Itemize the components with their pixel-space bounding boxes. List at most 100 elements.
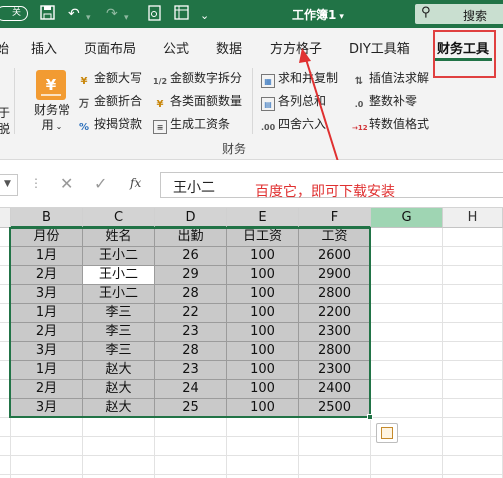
cell-attendance[interactable]: 28: [155, 342, 227, 361]
grid-cell[interactable]: [155, 418, 227, 437]
cell-wage[interactable]: 2300: [299, 361, 371, 380]
corner-partial[interactable]: [0, 208, 11, 228]
column-totals-button[interactable]: ▤ 各列总和: [261, 92, 326, 111]
undo-dropdown-icon[interactable]: ▾: [86, 9, 91, 27]
fill-handle[interactable]: [367, 414, 373, 420]
integer-pad-zero-button[interactable]: .0 整数补零: [352, 92, 417, 110]
cancel-icon[interactable]: ✕: [60, 174, 73, 193]
cell-daily-wage[interactable]: 100: [227, 266, 299, 285]
grid-cell[interactable]: [443, 361, 503, 380]
grid-cell[interactable]: [443, 304, 503, 323]
grid-cell[interactable]: [227, 418, 299, 437]
grid-cell[interactable]: [0, 285, 11, 304]
grid-cell[interactable]: [443, 456, 503, 475]
grid-cell[interactable]: [227, 437, 299, 456]
cell-name[interactable]: 赵大: [83, 380, 155, 399]
grid-cell[interactable]: [0, 437, 11, 456]
cell-daily-wage[interactable]: 100: [227, 361, 299, 380]
enter-icon[interactable]: ✓: [94, 174, 107, 193]
cell-name[interactable]: 王小二: [83, 285, 155, 304]
tab-fangfanggezi[interactable]: 方方格子: [270, 38, 322, 57]
cell-attendance[interactable]: 28: [155, 285, 227, 304]
grid-cell[interactable]: [11, 456, 83, 475]
cell-daily-wage[interactable]: 100: [227, 342, 299, 361]
insert-function-icon[interactable]: fx: [130, 176, 141, 190]
grid-cell[interactable]: [443, 399, 503, 418]
cell-wage[interactable]: 2800: [299, 342, 371, 361]
grid-cell[interactable]: [443, 380, 503, 399]
grid-cell[interactable]: [371, 361, 443, 380]
grid-cell[interactable]: [371, 266, 443, 285]
cell-daily-wage[interactable]: 100: [227, 323, 299, 342]
cell-daily-wage[interactable]: 100: [227, 304, 299, 323]
grid-cell[interactable]: [11, 418, 83, 437]
amount-convert-button[interactable]: 万金额折合: [77, 92, 142, 110]
grid-cell[interactable]: [443, 418, 503, 437]
grid-cell[interactable]: [371, 323, 443, 342]
grid-cell[interactable]: [0, 304, 11, 323]
save-icon[interactable]: [40, 5, 55, 25]
grid-cell[interactable]: [299, 418, 371, 437]
grid-cell[interactable]: [371, 247, 443, 266]
grid-cell[interactable]: [443, 437, 503, 456]
quick-analysis-icon[interactable]: [376, 423, 398, 443]
cell-month[interactable]: 1月: [11, 247, 83, 266]
cell-month[interactable]: 2月: [11, 266, 83, 285]
amount-digit-split-button[interactable]: 1/2 金额数字拆分: [153, 69, 242, 87]
denomination-count-button[interactable]: ¥ 各类面额数量: [153, 92, 243, 110]
grid-cell[interactable]: [155, 456, 227, 475]
amount-uppercase-button[interactable]: ¥ 金额大写: [77, 69, 143, 87]
tab-page-layout[interactable]: 页面布局: [84, 38, 136, 57]
grid-cell[interactable]: [11, 437, 83, 456]
column-header-h[interactable]: H: [443, 208, 503, 228]
header-cell-name[interactable]: 姓名: [83, 228, 155, 247]
header-cell-daily-wage[interactable]: 日工资: [227, 228, 299, 247]
mortgage-loan-button[interactable]: % 按揭贷款: [77, 115, 142, 133]
column-header-g[interactable]: G: [371, 208, 443, 228]
redo-icon[interactable]: ↷: [106, 5, 118, 23]
column-header-f[interactable]: F: [299, 208, 371, 228]
more-icon[interactable]: ⌄: [200, 7, 209, 25]
grid-cell[interactable]: [83, 437, 155, 456]
cell-wage[interactable]: 2600: [299, 247, 371, 266]
cell-wage[interactable]: 2900: [299, 266, 371, 285]
autosave-toggle[interactable]: 关: [0, 6, 28, 21]
grid-cell[interactable]: [0, 380, 11, 399]
grid-cell[interactable]: [299, 456, 371, 475]
search-box[interactable]: ⚲ 搜索: [415, 4, 503, 24]
cell-month[interactable]: 2月: [11, 380, 83, 399]
cell-month[interactable]: 1月: [11, 304, 83, 323]
grid-cell[interactable]: [0, 456, 11, 475]
cell-wage[interactable]: 2300: [299, 323, 371, 342]
header-cell-month[interactable]: 月份: [11, 228, 83, 247]
cell-attendance[interactable]: 25: [155, 399, 227, 418]
cell-wage[interactable]: 2800: [299, 285, 371, 304]
cell-wage[interactable]: 2500: [299, 399, 371, 418]
cell-attendance[interactable]: 24: [155, 380, 227, 399]
grid-cell[interactable]: [371, 228, 443, 247]
cell-month[interactable]: 1月: [11, 361, 83, 380]
cell-name[interactable]: 李三: [83, 304, 155, 323]
column-header-c[interactable]: C: [83, 208, 155, 228]
grid-cell[interactable]: [0, 247, 11, 266]
grid-cell[interactable]: [371, 342, 443, 361]
cell-name[interactable]: 赵大: [83, 399, 155, 418]
grid-cell[interactable]: [83, 418, 155, 437]
grid-cell[interactable]: [371, 380, 443, 399]
print-preview-icon[interactable]: [148, 5, 161, 26]
grid-cell[interactable]: [443, 247, 503, 266]
sum-and-copy-button[interactable]: ▦ 求和并复制: [261, 69, 338, 88]
undo-icon[interactable]: ↶: [68, 5, 80, 23]
finance-common-button[interactable]: ¥ 财务常 用 ⌄: [32, 70, 72, 134]
active-cell[interactable]: 王小二: [83, 266, 155, 285]
tab-finance-tools[interactable]: 财务工具: [437, 38, 489, 57]
generate-payslip-button[interactable]: ≡ 生成工资条: [153, 115, 230, 134]
cell-attendance[interactable]: 23: [155, 361, 227, 380]
cell-name[interactable]: 赵大: [83, 361, 155, 380]
grid-cell[interactable]: [371, 456, 443, 475]
cell-daily-wage[interactable]: 100: [227, 380, 299, 399]
grid-cell[interactable]: [0, 228, 11, 247]
column-header-e[interactable]: E: [227, 208, 299, 228]
cell-month[interactable]: 2月: [11, 323, 83, 342]
grid-cell[interactable]: [0, 323, 11, 342]
